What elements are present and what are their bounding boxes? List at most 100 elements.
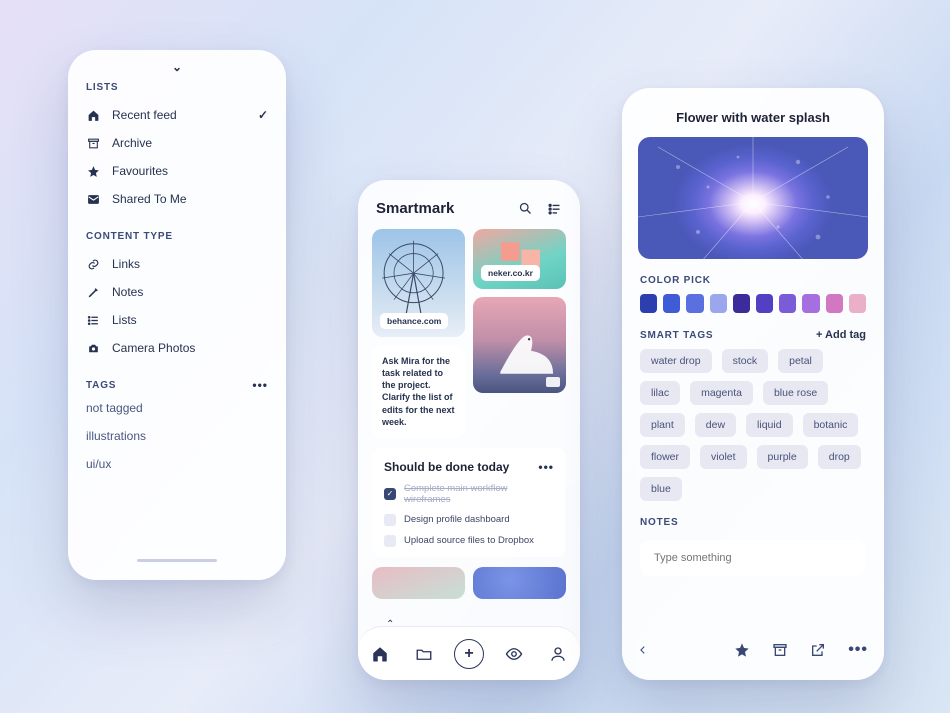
feed-card-thumb[interactable] bbox=[372, 567, 465, 599]
detail-bottom-bar: ••• bbox=[638, 632, 868, 668]
multi-image-icon bbox=[546, 377, 560, 387]
menu-item-label: Recent feed bbox=[112, 108, 177, 122]
feed-note-card[interactable]: Ask Mira for the task related to the pro… bbox=[372, 345, 465, 438]
pencil-icon bbox=[86, 286, 100, 299]
color-swatch[interactable] bbox=[663, 294, 680, 313]
smart-tag[interactable]: purple bbox=[757, 445, 808, 469]
smart-tag[interactable]: flower bbox=[640, 445, 690, 469]
search-icon[interactable] bbox=[518, 201, 533, 216]
detail-screen: Flower with water splash COLOR PICK SMAR… bbox=[622, 88, 884, 680]
task-label: Upload source files to Dropbox bbox=[404, 535, 534, 546]
smart-tag[interactable]: stock bbox=[722, 349, 769, 373]
archive-icon bbox=[86, 137, 100, 150]
todo-task[interactable]: Upload source files to Dropbox bbox=[384, 535, 554, 547]
home-icon bbox=[86, 109, 100, 122]
smart-tag[interactable]: petal bbox=[778, 349, 823, 373]
tag-uiux[interactable]: ui/ux bbox=[68, 450, 286, 478]
smart-tag[interactable]: water drop bbox=[640, 349, 712, 373]
menu-screen: ⌄ LISTS Recent feed ✓ Archive Favourites… bbox=[68, 50, 286, 580]
menu-item-archive[interactable]: Archive bbox=[68, 129, 286, 157]
notes-input[interactable] bbox=[640, 540, 866, 576]
task-label: Design profile dashboard bbox=[404, 514, 510, 525]
section-title-smarttags: SMART TAGS + Add tag bbox=[622, 313, 884, 349]
color-swatch[interactable] bbox=[826, 294, 843, 313]
check-icon: ✓ bbox=[258, 108, 268, 122]
smart-tag[interactable]: blue bbox=[640, 477, 682, 501]
source-badge: neker.co.kr bbox=[481, 265, 540, 281]
open-external-button[interactable] bbox=[810, 642, 826, 658]
smart-tag[interactable]: botanic bbox=[803, 413, 859, 437]
more-button[interactable]: ••• bbox=[848, 641, 868, 659]
section-title-content-type: CONTENT TYPE bbox=[68, 227, 286, 250]
todo-task[interactable]: Design profile dashboard bbox=[384, 514, 554, 526]
menu-item-shared[interactable]: Shared To Me bbox=[68, 185, 286, 213]
smart-tag[interactable]: dew bbox=[695, 413, 736, 437]
home-indicator bbox=[137, 559, 217, 562]
todo-title: Should be done today bbox=[384, 460, 509, 474]
color-swatch[interactable] bbox=[640, 294, 657, 313]
menu-item-label: Links bbox=[112, 257, 140, 271]
menu-item-links[interactable]: Links bbox=[68, 250, 286, 278]
nav-add[interactable]: + bbox=[454, 639, 484, 669]
tag-illustrations[interactable]: illustrations bbox=[68, 422, 286, 450]
color-swatch[interactable] bbox=[802, 294, 819, 313]
todo-card[interactable]: Should be done today ••• Complete main w… bbox=[372, 448, 566, 557]
checkbox-icon[interactable] bbox=[384, 535, 396, 547]
task-label: Complete main workflow wireframes bbox=[404, 483, 554, 505]
tag-cloud: water drop stock petal lilac magenta blue ros… bbox=[622, 349, 884, 501]
mail-icon bbox=[86, 193, 100, 206]
smart-tag[interactable]: magenta bbox=[690, 381, 753, 405]
feed-card-cubes[interactable]: neker.co.kr bbox=[473, 229, 566, 289]
section-title-colorpick: COLOR PICK bbox=[622, 259, 884, 294]
tag-not-tagged[interactable]: not tagged bbox=[68, 394, 286, 422]
chevron-down-icon: ⌄ bbox=[172, 60, 182, 78]
color-swatch[interactable] bbox=[733, 294, 750, 313]
more-icon[interactable]: ••• bbox=[538, 460, 554, 474]
smart-tag[interactable]: plant bbox=[640, 413, 685, 437]
nav-profile[interactable] bbox=[544, 640, 572, 668]
color-swatch[interactable] bbox=[686, 294, 703, 313]
color-swatch[interactable] bbox=[779, 294, 796, 313]
list-icon bbox=[86, 314, 100, 327]
todo-task[interactable]: Complete main workflow wireframes bbox=[384, 483, 554, 505]
link-icon bbox=[86, 258, 100, 271]
menu-item-favourites[interactable]: Favourites bbox=[68, 157, 286, 185]
color-swatch-row bbox=[622, 294, 884, 313]
app-title: Smartmark bbox=[376, 200, 454, 217]
color-swatch[interactable] bbox=[849, 294, 866, 313]
checkbox-checked-icon[interactable] bbox=[384, 488, 396, 500]
feed-card-swan[interactable] bbox=[473, 297, 566, 393]
back-button[interactable] bbox=[638, 643, 648, 657]
menu-item-lists[interactable]: Lists bbox=[68, 306, 286, 334]
section-title-lists: LISTS bbox=[68, 78, 286, 101]
smart-tag[interactable]: violet bbox=[700, 445, 747, 469]
archive-button[interactable] bbox=[772, 642, 788, 658]
star-icon bbox=[86, 165, 100, 178]
color-swatch[interactable] bbox=[756, 294, 773, 313]
menu-item-recent-feed[interactable]: Recent feed ✓ bbox=[68, 101, 286, 129]
feed-screen: Smartmark bbox=[358, 180, 580, 680]
smart-tag[interactable]: drop bbox=[818, 445, 861, 469]
menu-item-label: Archive bbox=[112, 136, 152, 150]
nav-folder[interactable] bbox=[410, 640, 438, 668]
menu-item-notes[interactable]: Notes bbox=[68, 278, 286, 306]
menu-item-label: Shared To Me bbox=[112, 192, 187, 206]
detail-title: Flower with water splash bbox=[622, 88, 884, 137]
nav-home[interactable] bbox=[366, 640, 394, 668]
smart-tag[interactable]: blue rose bbox=[763, 381, 828, 405]
menu-item-camera-photos[interactable]: Camera Photos bbox=[68, 334, 286, 362]
checkbox-icon[interactable] bbox=[384, 514, 396, 526]
feed-card-ferriswheel[interactable]: behance.com bbox=[372, 229, 465, 337]
more-icon[interactable]: ••• bbox=[252, 378, 268, 392]
color-swatch[interactable] bbox=[710, 294, 727, 313]
smart-tag[interactable]: liquid bbox=[746, 413, 793, 437]
nav-eye[interactable] bbox=[500, 640, 528, 668]
add-tag-button[interactable]: + Add tag bbox=[816, 329, 866, 341]
bottom-nav: + bbox=[358, 626, 580, 680]
smart-tag[interactable]: lilac bbox=[640, 381, 680, 405]
filter-icon[interactable] bbox=[547, 201, 562, 216]
favourite-button[interactable] bbox=[734, 642, 750, 658]
sheet-handle[interactable]: ⌄ bbox=[68, 50, 286, 78]
feed-card-thumb[interactable] bbox=[473, 567, 566, 599]
hero-image[interactable] bbox=[638, 137, 868, 259]
